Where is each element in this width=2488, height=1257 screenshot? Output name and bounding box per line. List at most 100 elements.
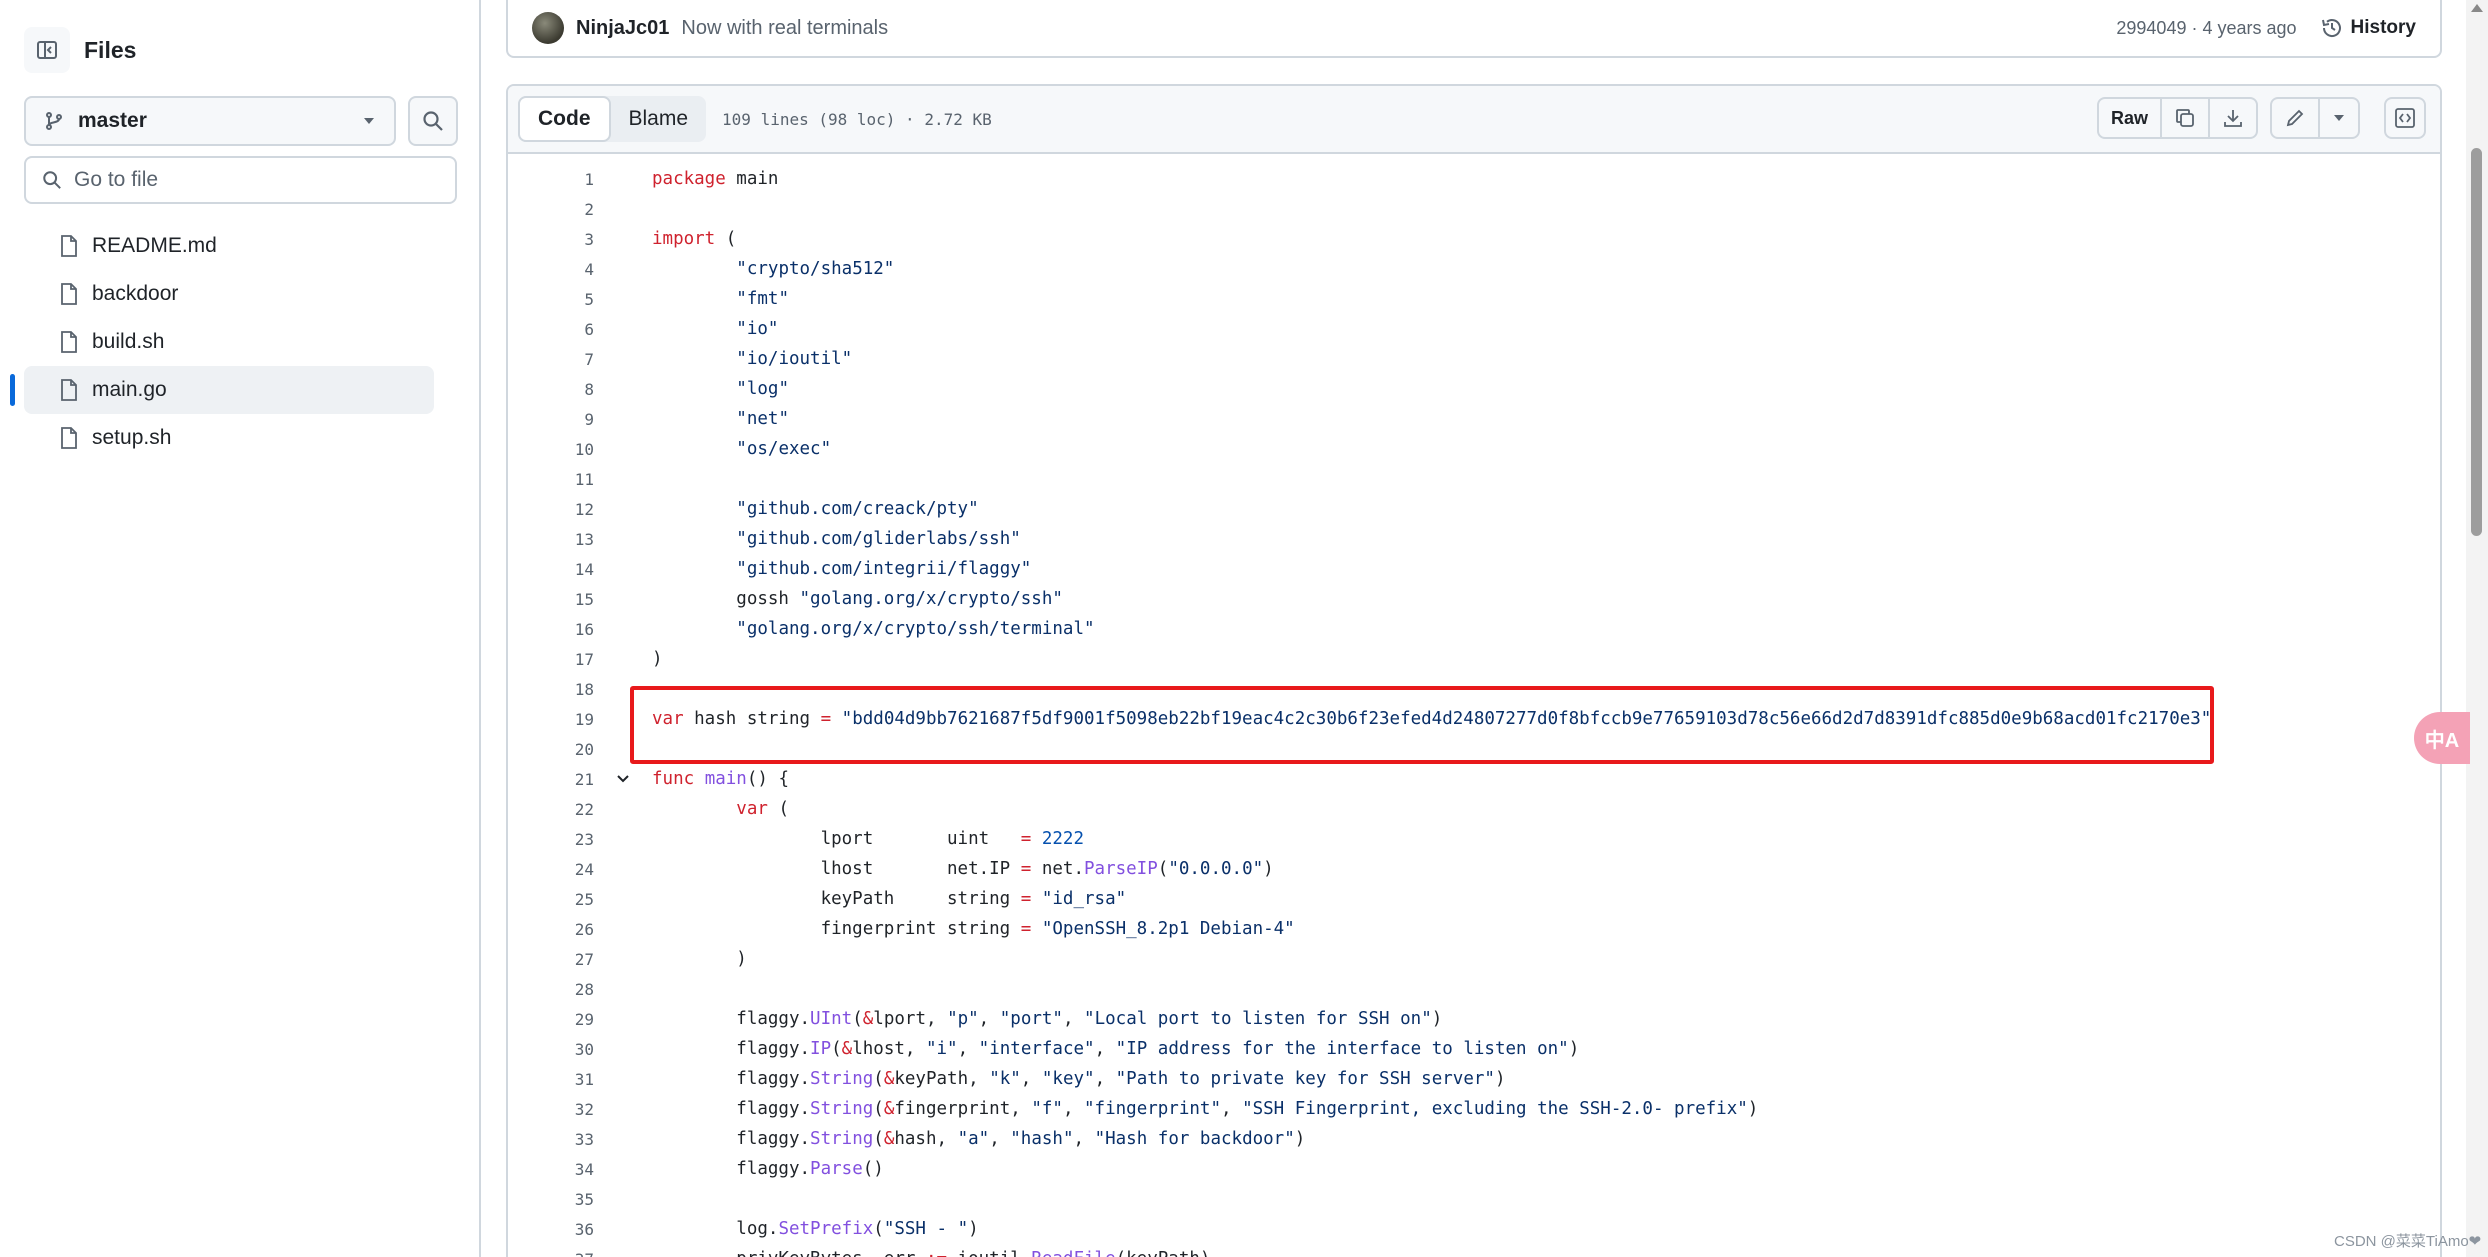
line-number[interactable]: 19 [508,710,594,729]
line-number[interactable]: 3 [508,230,594,249]
line-number[interactable]: 31 [508,1070,594,1089]
code-token: "io" [736,319,779,339]
tab-blame[interactable]: Blame [611,96,707,142]
code-token: ) [1568,1039,1580,1059]
line-number[interactable]: 33 [508,1130,594,1149]
line-number[interactable]: 1 [508,170,594,189]
tree-item-main-go[interactable]: main.go [10,366,434,414]
line-number[interactable]: 32 [508,1100,594,1119]
vertical-scrollbar[interactable] [2466,0,2488,1257]
code-line: 27 ) [508,944,2440,974]
code-line: 13 "github.com/gliderlabs/ssh" [508,524,2440,554]
code-token: "k" [989,1069,1021,1089]
collapse-sidebar-button[interactable] [24,27,70,73]
search-icon [43,171,61,189]
line-number[interactable]: 15 [508,590,594,609]
scroll-up-arrow-icon[interactable] [2471,4,2483,12]
edit-button[interactable] [2272,99,2320,137]
commit-author[interactable]: NinjaJc01 [576,17,669,40]
line-number[interactable]: 5 [508,290,594,309]
line-number[interactable]: 2 [508,200,594,219]
line-number[interactable]: 20 [508,740,594,759]
code-text: "net" [652,409,789,429]
download-button[interactable] [2210,99,2256,137]
tree-item-setup-sh[interactable]: setup.sh [24,414,434,462]
history-button[interactable]: History [2321,17,2416,39]
line-number[interactable]: 8 [508,380,594,399]
search-files-button[interactable] [408,96,458,146]
code-token: "log" [736,379,789,399]
edit-options-button[interactable] [2320,99,2358,137]
file-tree-sidebar: Files master Go to file README.md backdo… [0,0,481,1257]
code-text: var ( [652,799,789,819]
fold-chevron-icon[interactable] [594,771,652,787]
code-token: , [1094,1039,1116,1059]
line-number[interactable]: 10 [508,440,594,459]
line-number[interactable]: 12 [508,500,594,519]
code-token: = [1020,919,1032,939]
line-number[interactable]: 35 [508,1190,594,1209]
line-number[interactable]: 30 [508,1040,594,1059]
go-to-file-input[interactable]: Go to file [24,156,457,204]
commit-meta[interactable]: 2994049 · 4 years ago [2116,18,2296,39]
raw-button-group: Raw [2096,97,2258,139]
pencil-icon [2286,109,2304,127]
line-number[interactable]: 23 [508,830,594,849]
line-number[interactable]: 13 [508,530,594,549]
line-number[interactable]: 27 [508,950,594,969]
code-token: , [1094,1069,1116,1089]
line-number[interactable]: 25 [508,890,594,909]
symbols-panel-button[interactable] [2384,97,2426,139]
copy-raw-button[interactable] [2162,99,2210,137]
line-number[interactable]: 6 [508,320,594,339]
file-icon [60,235,78,257]
code-token: func [652,769,695,789]
line-number[interactable]: 9 [508,410,594,429]
line-number[interactable]: 24 [508,860,594,879]
scrollbar-thumb[interactable] [2471,148,2482,536]
code-line: 10 "os/exec" [508,434,2440,464]
code-line: 30 flaggy.IP(&lhost, "i", "interface", "… [508,1034,2440,1064]
line-number[interactable]: 28 [508,980,594,999]
line-number[interactable]: 7 [508,350,594,369]
tree-item-build-sh[interactable]: build.sh [24,318,434,366]
code-token: String [810,1069,874,1089]
code-text: package main [652,169,778,189]
line-number[interactable]: 11 [508,470,594,489]
line-number[interactable]: 26 [508,920,594,939]
line-number[interactable]: 37 [508,1250,594,1257]
line-number[interactable]: 21 [508,770,594,789]
raw-button[interactable]: Raw [2099,99,2162,137]
line-number[interactable]: 29 [508,1010,594,1029]
line-number[interactable]: 22 [508,800,594,819]
line-number[interactable]: 17 [508,650,594,669]
code-text: lport uint = 2222 [652,829,1084,849]
line-number[interactable]: 36 [508,1220,594,1239]
commit-message[interactable]: Now with real terminals [681,17,888,40]
code-token: String [810,1129,874,1149]
code-line: 7 "io/ioutil" [508,344,2440,374]
line-number[interactable]: 18 [508,680,594,699]
line-number[interactable]: 14 [508,560,594,579]
translate-float-button[interactable]: 中A [2414,712,2470,764]
tree-item-readme[interactable]: README.md [24,222,434,270]
line-number[interactable]: 16 [508,620,594,639]
code-line: 5 "fmt" [508,284,2440,314]
code-line: 6 "io" [508,314,2440,344]
file-toolbar: Raw [2085,97,2426,139]
code-token: net. [1031,859,1084,879]
code-token: package [652,169,726,189]
line-number[interactable]: 4 [508,260,594,279]
code-line: 2 [508,194,2440,224]
branch-select-button[interactable]: master [24,96,396,146]
line-number[interactable]: 34 [508,1160,594,1179]
author-avatar[interactable] [532,12,564,44]
tab-code[interactable]: Code [518,96,611,142]
code-token: flaggy. [652,1039,811,1059]
tree-item-backdoor[interactable]: backdoor [24,270,434,318]
